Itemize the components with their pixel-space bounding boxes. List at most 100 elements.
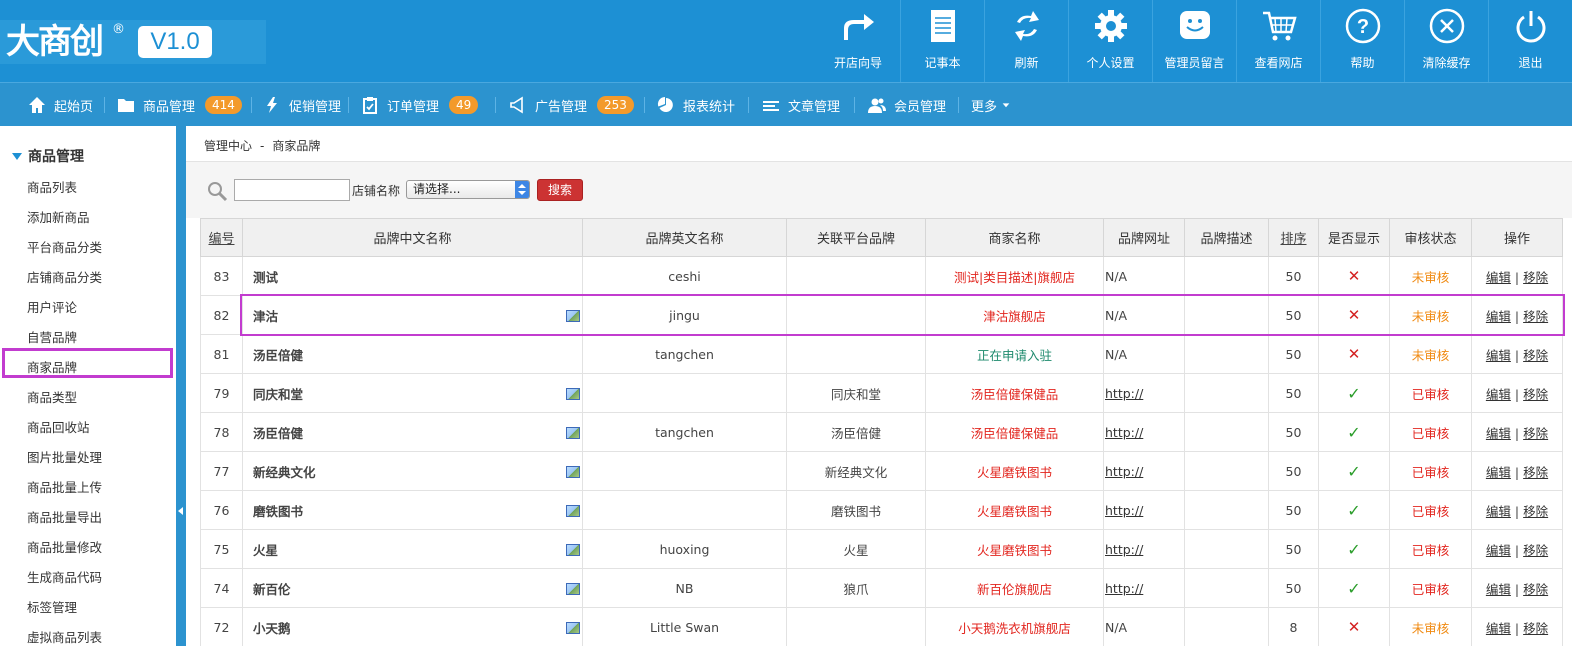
- sidebar-item-tags[interactable]: 标签管理: [27, 597, 77, 616]
- tool-refresh[interactable]: 刷新: [984, 0, 1068, 82]
- remove-link[interactable]: 移除: [1523, 621, 1548, 636]
- cell-visible[interactable]: ✕: [1318, 334, 1390, 374]
- sidebar-item-batch-edit[interactable]: 商品批量修改: [27, 537, 102, 556]
- edit-link[interactable]: 编辑: [1486, 426, 1511, 441]
- cell-brand-url[interactable]: http://: [1103, 529, 1185, 569]
- logo[interactable]: 大商创 ® V1.0: [0, 20, 266, 64]
- sidebar-item-platform-category[interactable]: 平台商品分类: [27, 237, 102, 256]
- tool-view-store[interactable]: 查看网店: [1236, 0, 1320, 82]
- remove-link[interactable]: 移除: [1523, 582, 1548, 597]
- col-sort[interactable]: 排序: [1268, 218, 1319, 257]
- brand-logo-image-icon[interactable]: [566, 310, 580, 322]
- cell-sort[interactable]: 50: [1268, 256, 1319, 296]
- remove-link[interactable]: 移除: [1523, 504, 1548, 519]
- brand-logo-image-icon[interactable]: [566, 427, 580, 439]
- cell-sort[interactable]: 50: [1268, 334, 1319, 374]
- search-button[interactable]: 搜索: [537, 179, 583, 201]
- store-select[interactable]: 请选择...: [406, 180, 530, 199]
- remove-link[interactable]: 移除: [1523, 309, 1548, 324]
- cell-sort[interactable]: 50: [1268, 529, 1319, 569]
- cell-visible[interactable]: ✕: [1318, 295, 1390, 335]
- breadcrumb-root[interactable]: 管理中心: [204, 139, 252, 153]
- tool-help[interactable]: ? 帮助: [1320, 0, 1404, 82]
- edit-link[interactable]: 编辑: [1486, 270, 1511, 285]
- cell-visible[interactable]: ✓: [1318, 529, 1390, 569]
- cell-visible[interactable]: ✓: [1318, 373, 1390, 413]
- cell-brand-url[interactable]: http://: [1103, 412, 1185, 452]
- cell-sort[interactable]: 50: [1268, 412, 1319, 452]
- sidebar-item-add-goods[interactable]: 添加新商品: [27, 207, 90, 226]
- nav-more[interactable]: 更多: [971, 83, 1011, 127]
- nav-articles[interactable]: 文章管理: [762, 83, 840, 127]
- col-id[interactable]: 编号: [200, 218, 243, 257]
- edit-link[interactable]: 编辑: [1486, 348, 1511, 363]
- check-icon[interactable]: ✓: [1347, 462, 1360, 481]
- check-icon[interactable]: ✓: [1347, 540, 1360, 559]
- cross-icon[interactable]: ✕: [1348, 306, 1361, 324]
- nav-members[interactable]: 会员管理: [868, 83, 946, 127]
- tool-logout[interactable]: 退出: [1488, 0, 1572, 82]
- cell-visible[interactable]: ✓: [1318, 451, 1390, 491]
- brand-logo-image-icon[interactable]: [566, 583, 580, 595]
- nav-orders[interactable]: 订单管理 49: [361, 83, 479, 127]
- sidebar-item-image-batch[interactable]: 图片批量处理: [27, 447, 102, 466]
- cell-visible[interactable]: ✓: [1318, 412, 1390, 452]
- cell-sort[interactable]: 50: [1268, 568, 1319, 608]
- tool-admin-message[interactable]: 管理员留言: [1152, 0, 1236, 82]
- sidebar-section-goods[interactable]: 商品管理: [12, 146, 84, 166]
- sidebar-item-virtual-goods[interactable]: 虚拟商品列表: [27, 627, 102, 646]
- sidebar-item-own-brands[interactable]: 自营品牌: [27, 327, 77, 346]
- cell-sort[interactable]: 8: [1268, 607, 1319, 646]
- sidebar-item-recycle-bin[interactable]: 商品回收站: [27, 417, 90, 436]
- sidebar-item-merchant-brands[interactable]: 商家品牌: [27, 357, 77, 376]
- edit-link[interactable]: 编辑: [1486, 543, 1511, 558]
- edit-link[interactable]: 编辑: [1486, 582, 1511, 597]
- nav-reports[interactable]: 报表统计: [657, 83, 735, 127]
- nav-goods[interactable]: 商品管理 414: [117, 83, 242, 127]
- cell-brand-url[interactable]: http://: [1103, 490, 1185, 530]
- tool-personal-settings[interactable]: 个人设置: [1068, 0, 1152, 82]
- check-icon[interactable]: ✓: [1347, 384, 1360, 403]
- cell-brand-url[interactable]: http://: [1103, 568, 1185, 608]
- nav-promotion[interactable]: 促销管理: [263, 83, 341, 127]
- brand-logo-image-icon[interactable]: [566, 505, 580, 517]
- check-icon[interactable]: ✓: [1347, 579, 1360, 598]
- search-input[interactable]: [234, 179, 350, 201]
- remove-link[interactable]: 移除: [1523, 387, 1548, 402]
- cross-icon[interactable]: ✕: [1348, 267, 1361, 285]
- edit-link[interactable]: 编辑: [1486, 504, 1511, 519]
- cell-sort[interactable]: 50: [1268, 373, 1319, 413]
- cell-sort[interactable]: 50: [1268, 295, 1319, 335]
- tool-setup-wizard[interactable]: 开店向导: [816, 0, 900, 82]
- sidebar-item-batch-export[interactable]: 商品批量导出: [27, 507, 102, 526]
- tool-notepad[interactable]: 记事本: [900, 0, 984, 82]
- cell-visible[interactable]: ✓: [1318, 568, 1390, 608]
- edit-link[interactable]: 编辑: [1486, 387, 1511, 402]
- cell-brand-url[interactable]: http://: [1103, 373, 1185, 413]
- cell-sort[interactable]: 50: [1268, 451, 1319, 491]
- brand-logo-image-icon[interactable]: [566, 622, 580, 634]
- sidebar-item-user-comments[interactable]: 用户评论: [27, 297, 77, 316]
- edit-link[interactable]: 编辑: [1486, 465, 1511, 480]
- edit-link[interactable]: 编辑: [1486, 621, 1511, 636]
- brand-logo-image-icon[interactable]: [566, 388, 580, 400]
- sidebar-item-goods-list[interactable]: 商品列表: [27, 177, 77, 196]
- sidebar-item-batch-upload[interactable]: 商品批量上传: [27, 477, 102, 496]
- nav-home[interactable]: 起始页: [28, 83, 93, 127]
- sidebar-item-generate-code[interactable]: 生成商品代码: [27, 567, 102, 586]
- cross-icon[interactable]: ✕: [1348, 618, 1361, 636]
- remove-link[interactable]: 移除: [1523, 270, 1548, 285]
- nav-ads[interactable]: 广告管理 253: [509, 83, 634, 127]
- check-icon[interactable]: ✓: [1347, 501, 1360, 520]
- sidebar-splitter[interactable]: [176, 126, 186, 646]
- cell-visible[interactable]: ✕: [1318, 607, 1390, 646]
- check-icon[interactable]: ✓: [1347, 423, 1360, 442]
- cell-brand-url[interactable]: http://: [1103, 451, 1185, 491]
- brand-logo-image-icon[interactable]: [566, 544, 580, 556]
- remove-link[interactable]: 移除: [1523, 465, 1548, 480]
- tool-clear-cache[interactable]: 清除缓存: [1404, 0, 1488, 82]
- remove-link[interactable]: 移除: [1523, 543, 1548, 558]
- remove-link[interactable]: 移除: [1523, 426, 1548, 441]
- sidebar-item-store-category[interactable]: 店铺商品分类: [27, 267, 102, 286]
- edit-link[interactable]: 编辑: [1486, 309, 1511, 324]
